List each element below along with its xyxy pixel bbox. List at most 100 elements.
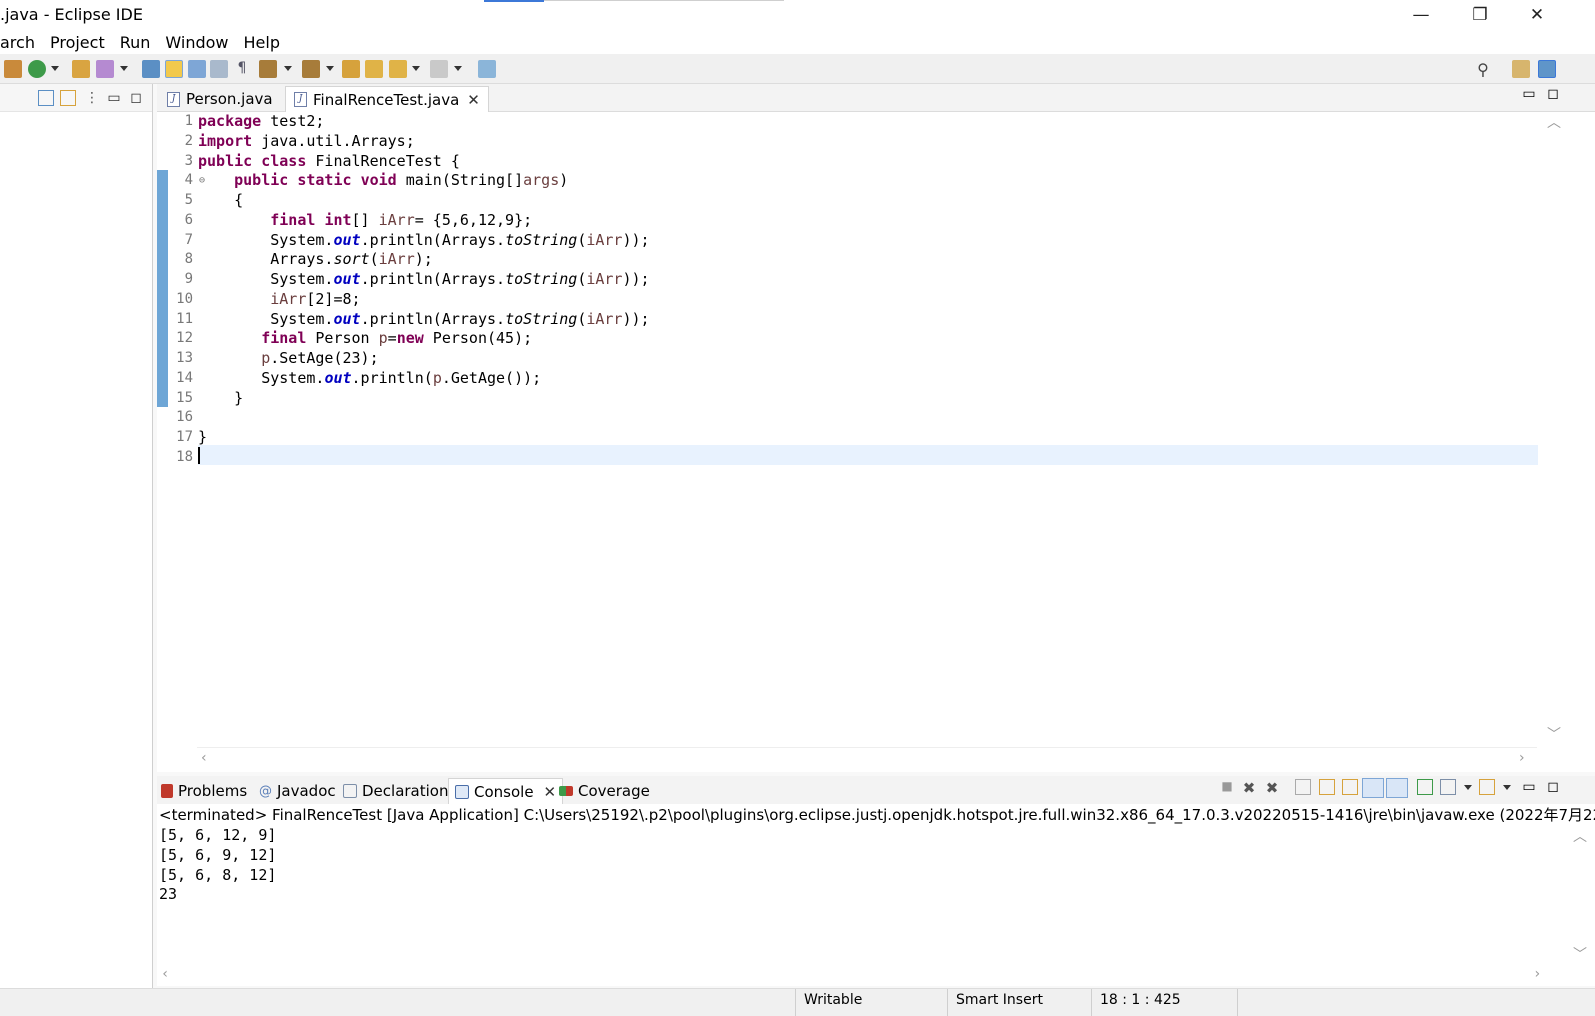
open-console-dropdown-icon[interactable]: [1502, 783, 1512, 793]
task-dropdown-icon[interactable]: [119, 64, 129, 74]
tab-javadoc[interactable]: @ Javadoc: [259, 778, 336, 804]
code-line: System.out.println(Arrays.toString(iArr)…: [198, 270, 650, 288]
view-menu-icon[interactable]: ⋮: [84, 90, 100, 106]
editor-horizontal-scrollbar[interactable]: ‹ ›: [197, 747, 1537, 771]
javadoc-icon: @: [259, 783, 272, 799]
next-annotation-icon[interactable]: [259, 60, 277, 78]
collapse-all-icon[interactable]: [38, 90, 54, 106]
tab-label: Console: [474, 782, 534, 801]
tab-declaration[interactable]: Declaration: [343, 778, 448, 804]
code-line: System.out.println(Arrays.toString(iArr)…: [198, 309, 650, 328]
pin-console-icon[interactable]: [1417, 779, 1433, 795]
console-scroll-right-icon[interactable]: ›: [1533, 966, 1541, 982]
mark-occurrences-icon[interactable]: [165, 60, 183, 78]
code-text[interactable]: package test2; import java.util.Arrays; …: [198, 112, 1538, 468]
code-line: System.out.println(p.GetAge());: [198, 368, 542, 387]
pin-editor-icon[interactable]: [478, 60, 496, 78]
show-console-stdout-icon[interactable]: [1362, 778, 1384, 798]
console-output[interactable]: [5, 6, 12, 9] [5, 6, 9, 12] [5, 6, 8, 12…: [157, 826, 1595, 986]
show-console-stderr-icon[interactable]: [1386, 778, 1408, 798]
back-dropdown-icon[interactable]: [411, 64, 421, 74]
line-number: 3: [184, 152, 193, 169]
cursor-position-status: 18 : 1 : 425: [1091, 989, 1237, 1016]
menu-help[interactable]: Help: [244, 33, 280, 52]
line-number: 9: [184, 271, 193, 287]
title-bar: .java - Eclipse IDE — ❐ ✕: [0, 0, 1595, 30]
block-selection-icon[interactable]: [210, 60, 228, 78]
scroll-up-icon[interactable]: ︿: [1547, 112, 1561, 132]
forward-dropdown-icon[interactable]: [453, 64, 463, 74]
tab-finalrencetest-java[interactable]: J FinalRenceTest.java ✕: [285, 86, 489, 112]
line-number: 14: [176, 369, 193, 386]
scroll-right-icon[interactable]: ›: [1519, 750, 1525, 766]
tab-label: Problems: [178, 782, 248, 800]
package-explorer-toolbar: ⋮ ▭ ◻: [0, 84, 152, 112]
menu-window[interactable]: Window: [165, 33, 228, 52]
next-edit-location-icon[interactable]: [365, 60, 383, 78]
line-number: 12: [176, 330, 193, 347]
console-scroll-up-icon[interactable]: ︿: [1573, 826, 1587, 846]
line-number: 17: [176, 429, 193, 445]
maximize-view-icon[interactable]: ◻: [128, 90, 144, 106]
tab-coverage[interactable]: Coverage: [559, 778, 650, 804]
search-icon[interactable]: [142, 60, 160, 78]
menu-run[interactable]: Run: [120, 33, 151, 52]
minimize-console-icon[interactable]: ▭: [1521, 779, 1537, 795]
clear-console-icon[interactable]: [1295, 779, 1311, 795]
tab-problems[interactable]: Problems: [161, 778, 247, 804]
next-annotation-dropdown-icon[interactable]: [283, 64, 293, 74]
tab-label: Declaration: [362, 782, 449, 800]
minimize-editor-icon[interactable]: ▭: [1521, 86, 1537, 102]
minimize-button[interactable]: —: [1396, 0, 1446, 30]
tab-person-java[interactable]: J Person.java: [159, 86, 281, 112]
minimize-view-icon[interactable]: ▭: [106, 90, 122, 106]
editor-vertical-scrollbar[interactable]: ︿ ﹀: [1537, 112, 1571, 747]
maximize-console-icon[interactable]: ◻: [1545, 779, 1561, 795]
open-perspective-icon[interactable]: [1512, 60, 1530, 78]
code-editor[interactable]: 1 2 3 4 ⊖ 5 6 7 8 9 10 11 12 13 14 15 16 …: [157, 112, 1595, 772]
link-with-editor-icon[interactable]: [60, 90, 76, 106]
word-wrap-icon[interactable]: [1342, 779, 1358, 795]
maximize-editor-icon[interactable]: ◻: [1545, 86, 1561, 102]
menu-project[interactable]: Project: [50, 33, 105, 52]
editor-tab-bar: J Person.java J FinalRenceTest.java ✕ ▭ …: [157, 84, 1595, 112]
line-number: 8: [184, 251, 193, 268]
new-dropdown-icon[interactable]: [50, 64, 60, 74]
remove-all-launches-icon[interactable]: ✖: [1264, 779, 1280, 797]
tab-label: Coverage: [578, 782, 650, 800]
previous-annotation-icon[interactable]: [302, 60, 320, 78]
toggle-breadcrumb-icon[interactable]: [188, 60, 206, 78]
open-type-icon[interactable]: [72, 60, 90, 78]
show-whitespace-icon[interactable]: ¶: [233, 60, 251, 78]
scroll-left-icon[interactable]: ‹: [201, 750, 207, 766]
close-tab-icon[interactable]: ✕: [544, 783, 557, 801]
display-console-icon[interactable]: [1440, 779, 1456, 795]
tab-label: Javadoc: [277, 782, 336, 800]
console-output-line: [5, 6, 9, 12]: [159, 845, 277, 864]
search-magnifier-icon[interactable]: ⚲: [1474, 60, 1492, 79]
code-line: import java.util.Arrays;: [198, 131, 415, 150]
close-window-button[interactable]: ✕: [1512, 0, 1562, 30]
remove-launch-icon[interactable]: ✖: [1241, 779, 1257, 797]
previous-annotation-dropdown-icon[interactable]: [325, 64, 335, 74]
forward-arrow-icon[interactable]: [430, 60, 448, 78]
console-output-line: 23: [159, 885, 178, 904]
console-scroll-left-icon[interactable]: ‹: [161, 966, 169, 982]
scroll-down-icon[interactable]: ﹀: [1547, 724, 1561, 744]
console-scroll-down-icon[interactable]: ﹀: [1573, 944, 1587, 964]
new-package-icon[interactable]: [4, 60, 22, 78]
open-task-icon[interactable]: [96, 60, 114, 78]
menu-search[interactable]: arch: [0, 33, 35, 52]
back-arrow-icon[interactable]: [389, 60, 407, 78]
java-perspective-icon[interactable]: [1538, 60, 1556, 78]
open-console-icon[interactable]: [1479, 779, 1495, 795]
restore-button[interactable]: ❐: [1455, 0, 1505, 30]
close-tab-icon[interactable]: ✕: [467, 91, 480, 109]
scroll-lock-icon[interactable]: [1319, 779, 1335, 795]
new-class-icon[interactable]: [28, 60, 46, 78]
last-edit-location-icon[interactable]: [342, 60, 360, 78]
code-line: final Person p=new Person(45);: [261, 329, 533, 348]
display-console-dropdown-icon[interactable]: [1463, 783, 1473, 793]
tab-console[interactable]: Console ✕: [448, 778, 564, 804]
terminate-icon[interactable]: ■: [1219, 779, 1235, 795]
